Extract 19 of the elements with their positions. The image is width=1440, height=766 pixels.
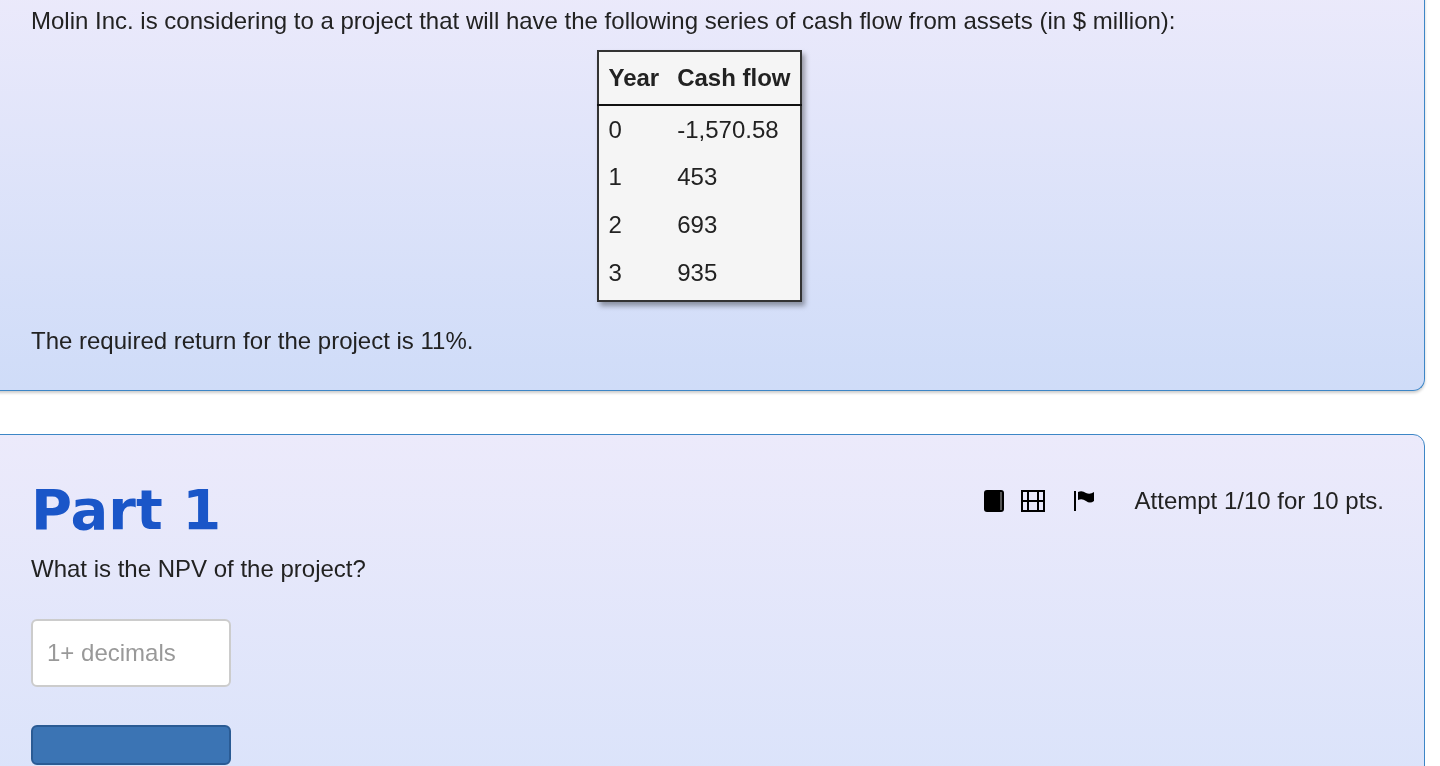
table-cell: 453	[668, 153, 801, 201]
table-cell: 693	[668, 201, 801, 249]
table-cell: 1	[598, 153, 669, 201]
film-icon[interactable]	[1020, 490, 1045, 512]
part-title: Part 1	[31, 476, 222, 544]
table-cell: -1,570.58	[668, 105, 801, 153]
table-cell: 2	[598, 201, 669, 249]
book-icon[interactable]	[982, 489, 1005, 513]
problem-text: Molin Inc. is considering to a project that will have the following series of cash flow from assets (in $ million):	[31, 6, 1177, 36]
table-cell: 3	[598, 249, 669, 297]
table-cell: 0	[598, 105, 669, 153]
table-cell: 935	[668, 249, 801, 297]
column-header: Year	[598, 51, 669, 105]
note-text: The required return for the project is 11%.	[31, 326, 475, 356]
column-header: Cash flow	[668, 51, 801, 105]
answer-field[interactable]: 1+ decimals	[31, 619, 231, 687]
flag-icon[interactable]	[1072, 489, 1095, 513]
attempt-text: Attempt 1/10 for 10 pts.	[1134, 486, 1384, 516]
question-text: What is the NPV of the project?	[31, 554, 367, 584]
